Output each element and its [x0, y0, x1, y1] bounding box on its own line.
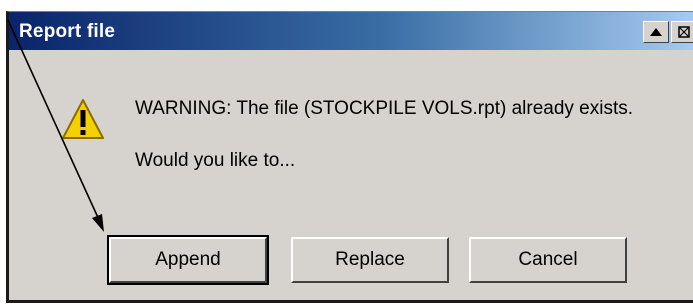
dialog-body: WARNING: The file (STOCKPILE VOLS.rpt) a…: [9, 50, 693, 300]
title-bar[interactable]: Report file: [9, 12, 693, 50]
title-controls: [643, 21, 693, 43]
window-title: Report file: [19, 21, 116, 42]
up-arrow-icon[interactable]: [643, 21, 669, 43]
append-button[interactable]: Append: [107, 235, 269, 285]
report-file-dialog: Report file WARNING: The file (STOCKPILE…: [6, 11, 693, 303]
screenshot-canvas: Report file WARNING: The file (STOCKPILE…: [0, 0, 693, 306]
warning-icon: [62, 99, 104, 139]
question-message: Would you like to...: [135, 150, 296, 171]
cancel-button[interactable]: Cancel: [469, 237, 627, 283]
warning-message: WARNING: The file (STOCKPILE VOLS.rpt) a…: [135, 98, 634, 119]
restore-icon[interactable]: [671, 21, 693, 43]
replace-button[interactable]: Replace: [291, 237, 449, 283]
